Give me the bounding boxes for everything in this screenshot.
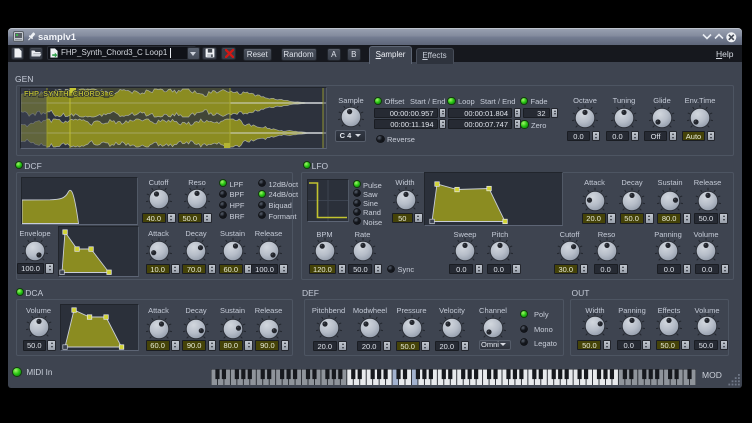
svg-text:FHP_SYNTH_CHORD3_C: FHP_SYNTH_CHORD3_C (24, 89, 115, 98)
